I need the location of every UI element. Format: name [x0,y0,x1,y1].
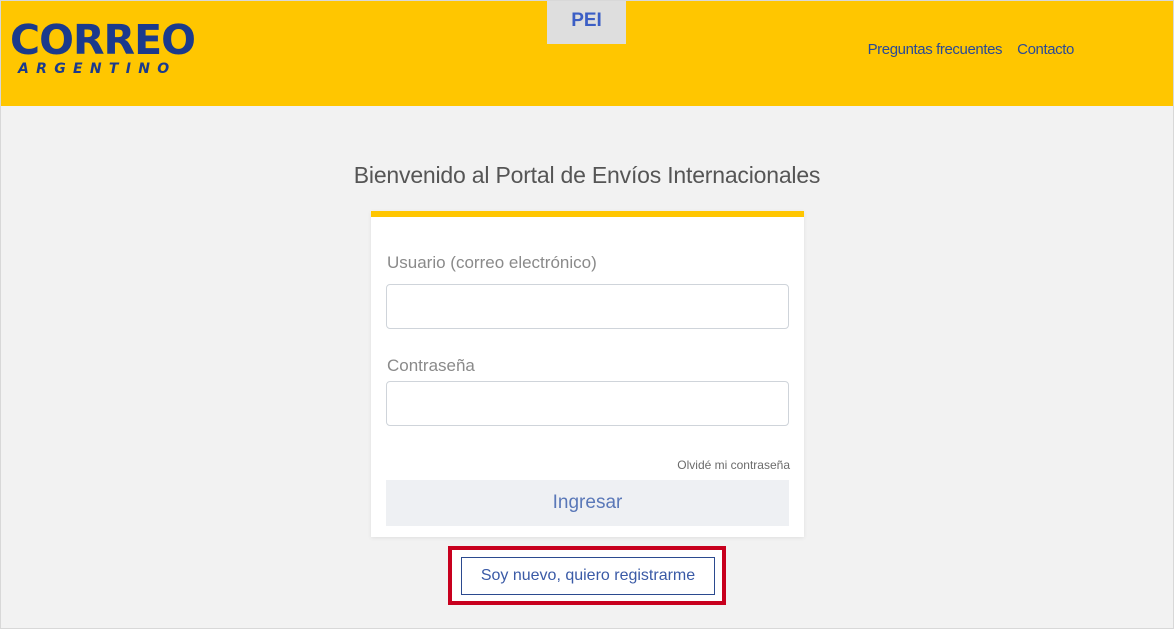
forgot-password-link[interactable]: Olvidé mi contraseña [677,458,790,472]
top-nav: Preguntas frecuentes Contacto [868,41,1075,58]
logo-subtext: ARGENTINO [18,61,177,77]
register-button[interactable]: Soy nuevo, quiero registrarme [461,557,715,595]
logo-wordmark: CORREO [10,16,196,64]
password-field[interactable] [386,381,789,426]
login-button[interactable]: Ingresar [386,480,789,526]
site-header: CORREO ARGENTINO PEI Preguntas frecuente… [0,0,1174,106]
nav-link-faq[interactable]: Preguntas frecuentes [868,41,1003,58]
email-label: Usuario (correo electrónico) [387,253,597,272]
nav-link-contact[interactable]: Contacto [1017,41,1074,58]
email-field[interactable] [386,284,789,329]
correo-argentino-logo[interactable]: CORREO ARGENTINO [10,20,200,80]
register-highlight: Soy nuevo, quiero registrarme [448,546,726,605]
password-label: Contraseña [387,356,475,375]
app-tab-pei: PEI [547,0,626,44]
page-title: Bienvenido al Portal de Envíos Internaci… [353,162,821,188]
login-card: Usuario (correo electrónico) Contraseña … [371,211,804,537]
